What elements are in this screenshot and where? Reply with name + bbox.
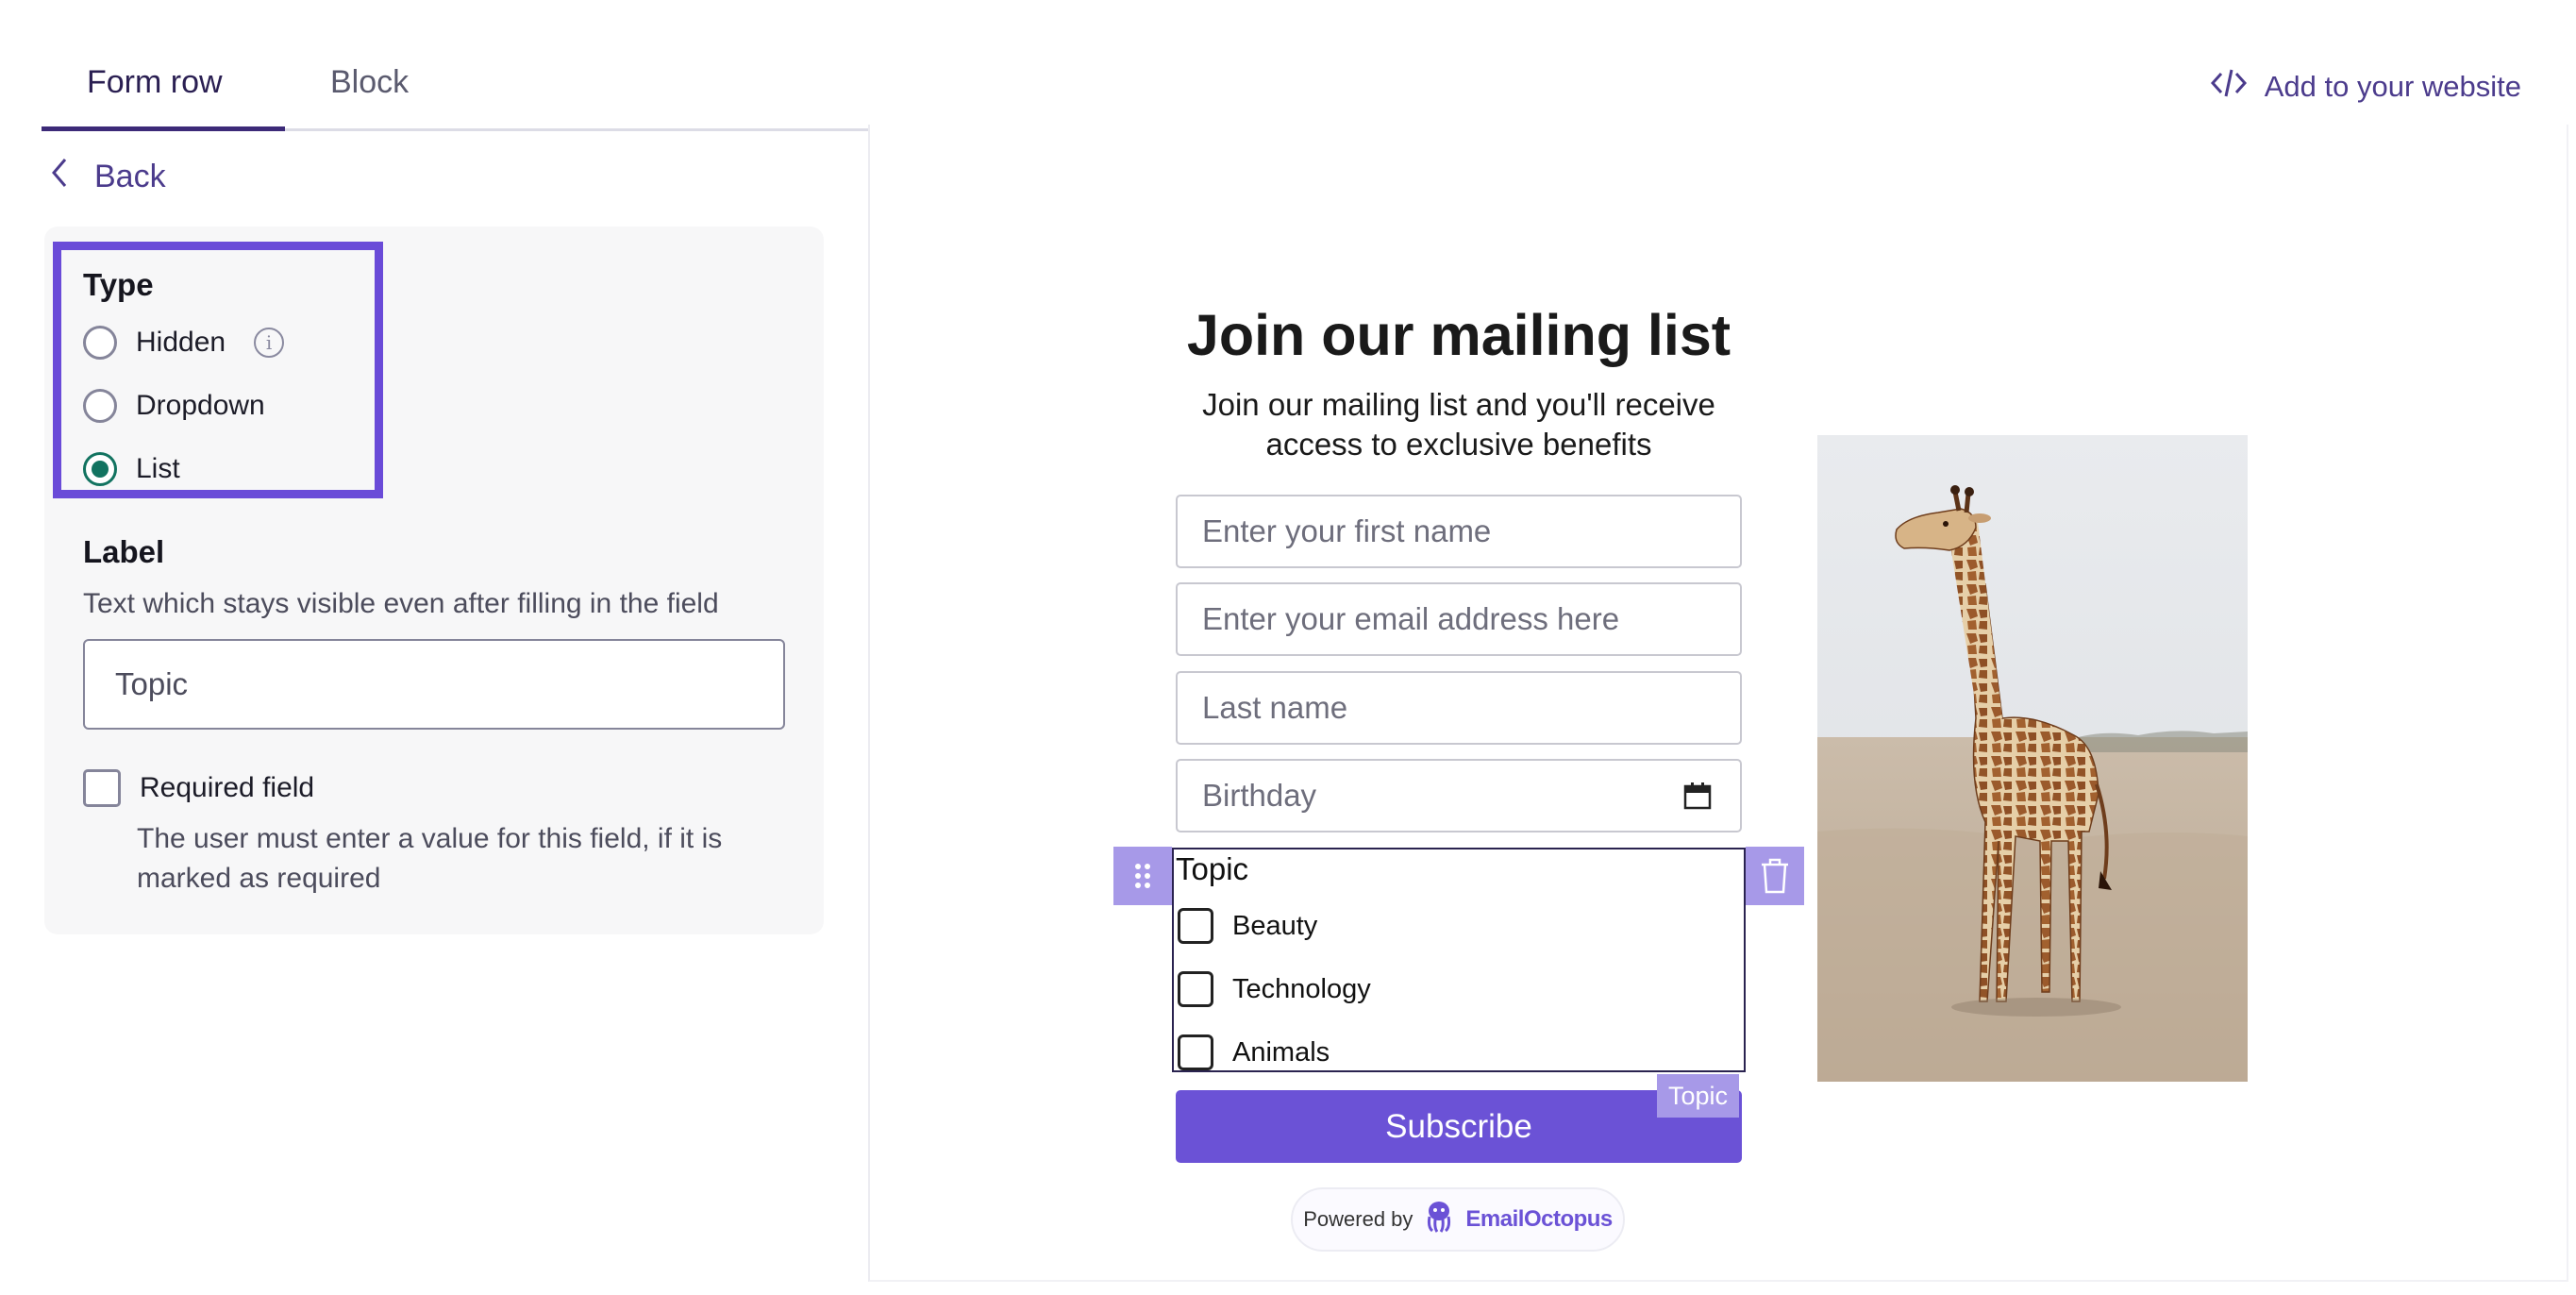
radio-dropdown-button[interactable] bbox=[83, 389, 117, 423]
topic-option-animals[interactable]: Animals bbox=[1178, 1034, 1330, 1070]
back-label: Back bbox=[94, 159, 166, 194]
topic-option-label: Beauty bbox=[1232, 910, 1318, 941]
first-name-field[interactable]: Enter your first name bbox=[1176, 495, 1742, 568]
add-to-website-button[interactable]: Add to your website bbox=[2210, 66, 2521, 108]
last-name-field[interactable]: Last name bbox=[1176, 671, 1742, 745]
birthday-field[interactable]: Birthday bbox=[1176, 759, 1742, 832]
form-title: Join our mailing list bbox=[1186, 303, 1731, 367]
brand-name: EmailOctopus bbox=[1465, 1206, 1613, 1232]
radio-dropdown[interactable]: Dropdown bbox=[83, 389, 265, 423]
topic-option-label: Animals bbox=[1232, 1036, 1330, 1068]
type-heading: Type bbox=[83, 267, 154, 302]
birthday-placeholder: Birthday bbox=[1202, 778, 1317, 813]
radio-dropdown-label: Dropdown bbox=[136, 390, 265, 421]
radio-hidden[interactable]: Hidden i bbox=[83, 326, 285, 360]
radio-list[interactable]: List bbox=[83, 452, 180, 486]
topic-option-checkbox[interactable] bbox=[1178, 971, 1213, 1007]
giraffe-photo bbox=[1817, 435, 2248, 1082]
chevron-left-icon bbox=[49, 157, 70, 197]
topic-option-beauty[interactable]: Beauty bbox=[1178, 908, 1317, 944]
topic-option-checkbox[interactable] bbox=[1178, 1034, 1213, 1070]
back-button[interactable]: Back bbox=[49, 157, 166, 197]
label-input[interactable]: Topic bbox=[83, 639, 785, 730]
tab-block[interactable]: Block bbox=[330, 64, 409, 101]
drag-handle-icon[interactable] bbox=[1113, 847, 1172, 905]
radio-hidden-button[interactable] bbox=[83, 326, 117, 360]
tab-bar: Form row Block bbox=[42, 47, 868, 131]
info-icon[interactable]: i bbox=[254, 328, 285, 358]
add-to-website-label: Add to your website bbox=[2264, 70, 2521, 103]
radio-list-label: List bbox=[136, 453, 180, 484]
tab-form-row[interactable]: Form row bbox=[87, 64, 223, 101]
active-tab-indicator bbox=[42, 126, 285, 131]
required-checkbox-box[interactable] bbox=[83, 769, 121, 807]
required-field-label: Required field bbox=[140, 772, 315, 803]
powered-by-label: Powered by bbox=[1303, 1207, 1413, 1231]
form-subtitle: Join our mailing list and you'll receive… bbox=[1202, 387, 1715, 462]
radio-list-button[interactable] bbox=[83, 452, 117, 486]
radio-hidden-label: Hidden bbox=[136, 327, 226, 358]
label-helper-text: Text which stays visible even after fill… bbox=[83, 588, 719, 619]
topic-option-technology[interactable]: Technology bbox=[1178, 971, 1371, 1007]
trash-icon bbox=[1762, 858, 1788, 894]
topic-option-checkbox[interactable] bbox=[1178, 908, 1213, 944]
topic-option-label: Technology bbox=[1232, 973, 1371, 1004]
first-name-placeholder: Enter your first name bbox=[1202, 513, 1492, 548]
last-name-placeholder: Last name bbox=[1202, 690, 1348, 725]
octopus-logo-icon bbox=[1426, 1201, 1452, 1238]
email-placeholder: Enter your email address here bbox=[1202, 601, 1620, 636]
topic-field-label: Topic bbox=[1176, 851, 1249, 886]
powered-by-badge[interactable]: Powered by EmailOctopus bbox=[1291, 1187, 1625, 1252]
label-heading: Label bbox=[83, 534, 165, 569]
delete-row-button[interactable] bbox=[1746, 847, 1804, 905]
required-helper-text: The user must enter a value for this fie… bbox=[137, 823, 723, 894]
calendar-icon[interactable] bbox=[1683, 782, 1712, 810]
code-icon bbox=[2210, 66, 2248, 108]
email-field[interactable]: Enter your email address here bbox=[1176, 582, 1742, 656]
required-field-checkbox[interactable]: Required field bbox=[83, 769, 314, 807]
topic-list-field[interactable]: Topic Beauty Technology Animals bbox=[1172, 848, 1746, 1072]
selected-element-tag: Topic bbox=[1657, 1074, 1740, 1118]
label-input-value: Topic bbox=[115, 666, 189, 701]
